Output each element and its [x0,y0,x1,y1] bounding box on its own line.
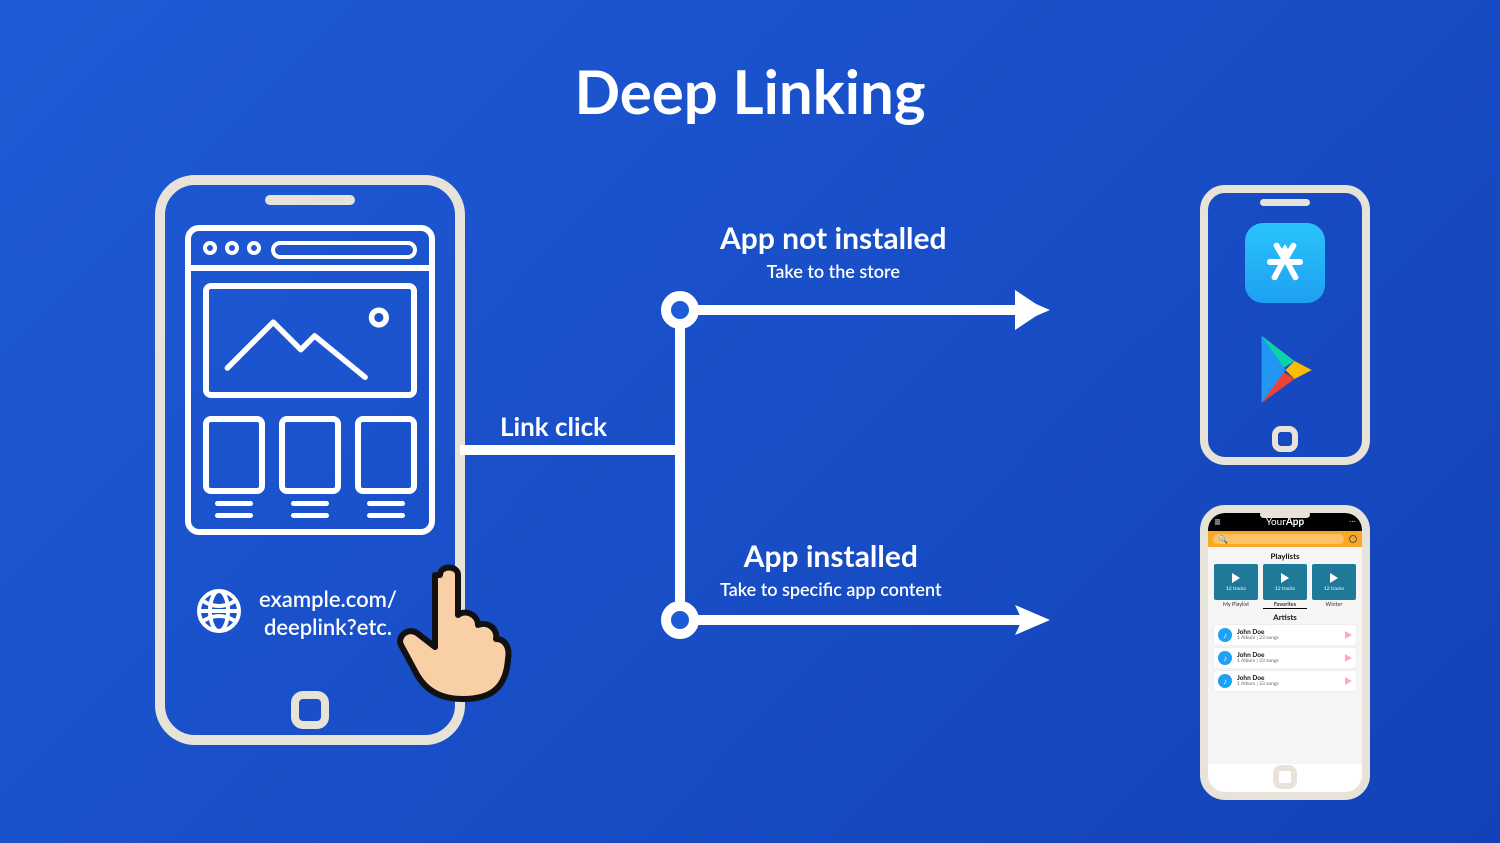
address-bar [271,241,417,259]
hero-image-placeholder [203,283,417,398]
play-outline-icon[interactable] [1345,631,1352,639]
avatar-icon: ♪ [1218,651,1232,665]
phone-home-button [1272,426,1298,452]
card-row [203,416,417,494]
page-title: Deep Linking [0,55,1500,127]
artist-row[interactable]: ♪ John Doe1 Album | 23 songs [1214,648,1356,668]
play-store-icon [1248,328,1323,407]
mic-icon[interactable] [1349,535,1357,543]
browser-toolbar [191,231,429,271]
tab-winter[interactable]: Winter [1312,602,1356,609]
search-icon: 🔍 [1218,534,1228,544]
search-bar[interactable]: 🔍 [1208,531,1362,547]
card-placeholder [203,416,265,494]
avatar-icon: ♪ [1218,674,1232,688]
card-placeholder [279,416,341,494]
your-app-phone: ≡ YourApp ⋯ 🔍 Playlists 12 tracks 12 tra… [1200,505,1370,800]
avatar-icon: ♪ [1218,628,1232,642]
section-label-artists: Artists [1214,612,1356,622]
playlist-tile[interactable]: 12 tracks [1214,564,1258,600]
branch-not-installed: App not installed Take to the store [720,220,947,282]
app-store-icon [1245,223,1325,303]
play-outline-icon[interactable] [1345,677,1352,685]
section-label-playlists: Playlists [1214,551,1356,561]
mountain-icon [209,289,411,392]
link-click-label: Link click [500,410,607,442]
deep-link-url: example.com/ deeplink?etc. [259,585,397,640]
playlist-tabs: My Playlist Favorites Winter [1214,602,1356,609]
play-outline-icon[interactable] [1345,654,1352,662]
playlist-tiles: 12 tracks 12 tracks 12 tracks [1214,564,1356,600]
play-icon [1232,573,1240,583]
artist-row[interactable]: ♪ John Doe1 Album | 23 songs [1214,671,1356,691]
card-placeholder [355,416,417,494]
play-icon [1281,573,1289,583]
phone-home-button [1273,765,1297,789]
phone-speaker [1260,199,1310,206]
phone-home-button [291,691,329,729]
globe-icon [195,587,243,639]
window-dots [203,241,261,255]
wireframe-browser [185,225,435,535]
tab-favorites[interactable]: Favorites [1263,602,1307,609]
playlist-tile[interactable]: 12 tracks [1263,564,1307,600]
artist-row[interactable]: ♪ John Doe1 Album | 23 songs [1214,625,1356,645]
playlist-tile[interactable]: 12 tracks [1312,564,1356,600]
phone-speaker [265,195,355,205]
hamburger-icon[interactable]: ≡ [1214,516,1221,528]
store-phone [1200,185,1370,465]
branch-installed: App installed Take to specific app conte… [720,538,942,600]
more-icon[interactable]: ⋯ [1349,518,1356,526]
tab-my-playlist[interactable]: My Playlist [1214,602,1258,609]
phone-speaker [1260,511,1310,518]
play-icon [1330,573,1338,583]
